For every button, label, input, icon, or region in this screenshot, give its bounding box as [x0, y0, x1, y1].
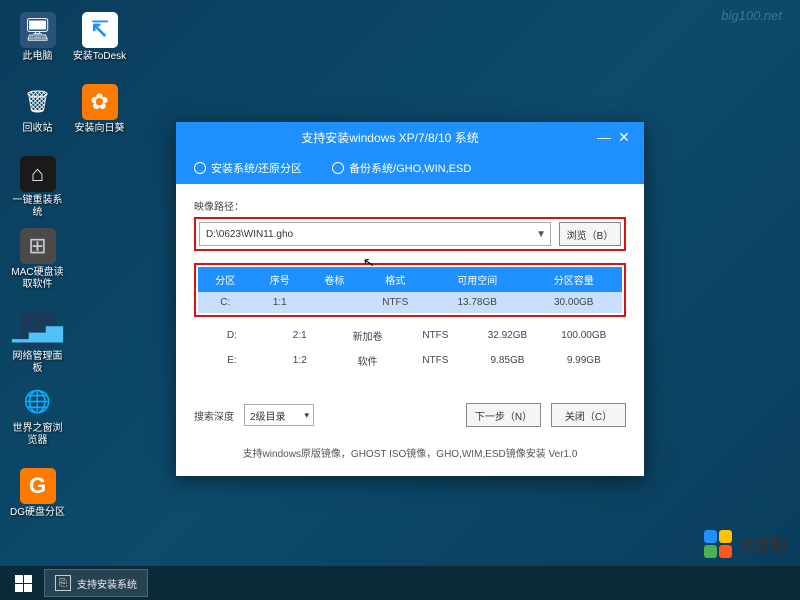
network-icon: ▁▃▅ — [20, 312, 56, 348]
taskbar-label: 支持安装系统 — [77, 576, 137, 591]
radio-label: 备份系统/GHO,WIN,ESD — [349, 160, 471, 176]
desktop-icon-todesk[interactable]: ↸ 安装ToDesk — [72, 12, 127, 63]
dg-icon: G — [20, 468, 56, 504]
path-label: 映像路径： — [194, 198, 626, 213]
taskbar: ⎘ 支持安装系统 — [0, 566, 800, 600]
windows-icon — [15, 575, 32, 592]
desktop-icon-recycle[interactable]: 🗑 回收站 — [10, 84, 65, 135]
chevron-down-icon: ▾ — [304, 410, 309, 421]
radio-install[interactable]: 安装系统/还原分区 — [194, 160, 302, 176]
col-format: 格式 — [362, 267, 429, 292]
sunflower-icon: ✿ — [82, 84, 118, 120]
col-free: 可用空间 — [429, 267, 526, 292]
brand-logo-icon — [704, 530, 732, 558]
radio-label: 安装系统/还原分区 — [211, 160, 302, 176]
desktop-icon-reinstall[interactable]: ⌂ 一键重装系统 — [10, 156, 65, 219]
window-title: 支持安装windows XP/7/8/10 系统 — [186, 129, 594, 146]
partition-table-highlight: 分区 序号 卷标 格式 可用空间 分区容量 C: 1:1 NTFS 13.78 — [194, 263, 626, 317]
icon-label: MAC硬盘读取软件 — [10, 267, 65, 291]
browser-icon: 🌐 — [20, 384, 56, 420]
icon-label: 回收站 — [10, 123, 65, 135]
start-button[interactable] — [6, 569, 40, 597]
pc-icon: 🖥 — [20, 12, 56, 48]
table-header-row: 分区 序号 卷标 格式 可用空间 分区容量 — [198, 267, 622, 292]
dialog-content: 映像路径： D:\0623\WIN11.gho ▼ 浏览（B） 分区 序号 卷标… — [176, 184, 644, 476]
desktop-icon-pc[interactable]: 🖥 此电脑 — [10, 12, 65, 63]
desktop-icon-browser[interactable]: 🌐 世界之窗浏览器 — [10, 384, 65, 447]
chevron-down-icon: ▼ — [536, 229, 546, 240]
icon-label: DG硬盘分区 — [10, 507, 65, 519]
icon-label: 安装ToDesk — [72, 51, 127, 63]
taskbar-item-installer[interactable]: ⎘ 支持安装系统 — [44, 569, 148, 597]
recycle-icon: 🗑 — [20, 84, 56, 120]
radio-icon — [332, 162, 344, 174]
image-path-select[interactable]: D:\0623\WIN11.gho ▼ — [199, 222, 551, 246]
close-button[interactable]: ✕ — [614, 129, 634, 146]
reinstall-icon: ⌂ — [20, 156, 56, 192]
icon-label: 此电脑 — [10, 51, 65, 63]
close-button-bottom[interactable]: 关闭（C） — [551, 403, 626, 427]
icon-label: 网络管理面板 — [10, 351, 65, 375]
watermark-url: big100.net — [721, 8, 782, 23]
desktop-icon-machdd[interactable]: ⊞ MAC硬盘读取软件 — [10, 228, 65, 291]
next-button[interactable]: 下一步（N） — [466, 403, 541, 427]
desktop-icon-sunflower[interactable]: ✿ 安装向日葵 — [72, 84, 127, 135]
radio-icon — [194, 162, 206, 174]
minimize-button[interactable]: — — [594, 129, 614, 145]
partition-table: 分区 序号 卷标 格式 可用空间 分区容量 C: 1:1 NTFS 13.78 — [198, 267, 622, 313]
partition-table-rest: D: 2:1 新加卷 NTFS 32.92GB 100.00GB E: 1:2 … — [194, 323, 626, 373]
browse-button[interactable]: 浏览（B） — [559, 222, 621, 246]
col-cap: 分区容量 — [525, 267, 622, 292]
search-depth-label: 搜索深度 — [194, 408, 234, 423]
icon-label: 安装向日葵 — [72, 123, 127, 135]
path-value: D:\0623\WIN11.gho — [206, 229, 293, 240]
todesk-icon: ↸ — [82, 12, 118, 48]
footer-text: 支持windows原版镜像，GHOST ISO镜像，GHO,WIM,ESD镜像安… — [194, 439, 626, 466]
install-dialog: 支持安装windows XP/7/8/10 系统 — ✕ 安装系统/还原分区 备… — [176, 122, 644, 476]
machdd-icon: ⊞ — [20, 228, 56, 264]
table-row[interactable]: C: 1:1 NTFS 13.78GB 30.00GB — [198, 292, 622, 313]
icon-label: 世界之窗浏览器 — [10, 423, 65, 447]
app-icon: ⎘ — [55, 575, 71, 591]
radio-backup[interactable]: 备份系统/GHO,WIN,ESD — [332, 160, 471, 176]
col-volume: 卷标 — [307, 267, 362, 292]
col-seq: 序号 — [253, 267, 308, 292]
table-row[interactable]: E: 1:2 软件 NTFS 9.85GB 9.99GB — [198, 348, 622, 373]
titlebar[interactable]: 支持安装windows XP/7/8/10 系统 — ✕ — [176, 122, 644, 152]
col-partition: 分区 — [198, 267, 253, 292]
bottom-controls: 搜索深度 2级目录 ▾ 下一步（N） 关闭（C） — [194, 403, 626, 427]
icon-label: 一键重装系统 — [10, 195, 65, 219]
watermark-brand: 大百网 — [704, 530, 786, 558]
mode-options: 安装系统/还原分区 备份系统/GHO,WIN,ESD — [176, 152, 644, 184]
desktop-icon-dg[interactable]: G DG硬盘分区 — [10, 468, 65, 519]
table-row[interactable]: D: 2:1 新加卷 NTFS 32.92GB 100.00GB — [198, 323, 622, 348]
search-depth-select[interactable]: 2级目录 ▾ — [244, 404, 314, 426]
path-row-highlight: D:\0623\WIN11.gho ▼ 浏览（B） — [194, 217, 626, 251]
desktop-icon-network[interactable]: ▁▃▅ 网络管理面板 — [10, 312, 65, 375]
